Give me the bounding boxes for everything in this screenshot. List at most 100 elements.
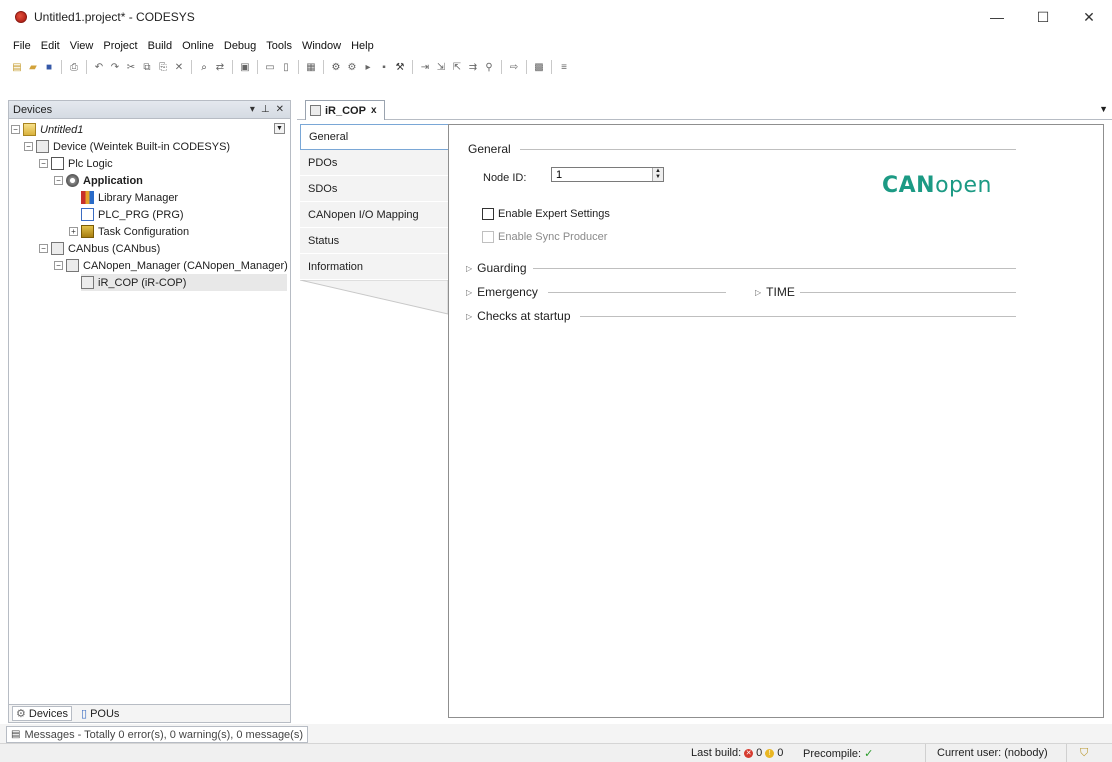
collapse-icon[interactable]: − [24, 142, 33, 151]
node-id-spinner[interactable]: ▲ ▼ [652, 168, 663, 181]
expand-arrow-icon[interactable]: ▷ [466, 288, 472, 297]
enable-expert-settings-label: Enable Expert Settings [498, 208, 610, 220]
node-id-input[interactable] [551, 167, 664, 182]
toolbar-options-icon[interactable]: ≡ [557, 60, 571, 74]
side-tab-status[interactable]: Status [300, 228, 448, 254]
login-icon[interactable]: ⚙ [329, 60, 343, 74]
menu-view[interactable]: View [65, 38, 99, 54]
side-tab-information[interactable]: Information [300, 254, 448, 280]
menu-edit[interactable]: Edit [36, 38, 65, 54]
menu-window[interactable]: Window [297, 38, 346, 54]
tab-close-icon[interactable]: x [371, 105, 377, 116]
side-tab-pdos[interactable]: PDOs [300, 150, 448, 176]
logout-icon[interactable]: ⚙ [345, 60, 359, 74]
menu-help[interactable]: Help [346, 38, 379, 54]
expand-icon[interactable]: + [69, 227, 78, 236]
run-to-cursor-icon[interactable]: ⇉ [466, 60, 480, 74]
time-section[interactable]: ▷ TIME [755, 285, 795, 299]
maximize-button[interactable]: ☐ [1020, 0, 1066, 34]
pin-icon[interactable]: ⊥ [261, 104, 270, 115]
menu-project[interactable]: Project [98, 38, 142, 54]
collapse-icon[interactable]: − [39, 159, 48, 168]
tree-node-device[interactable]: − Device (Weintek Built-in CODESYS) [24, 138, 230, 155]
tab-overflow-icon[interactable]: ▼ [1099, 104, 1108, 114]
tree-node-ir-cop[interactable]: iR_COP (iR-COP) [81, 274, 287, 291]
tab-pous-label: POUs [90, 707, 120, 720]
tab-pous[interactable]: ▯ POUs [78, 707, 122, 721]
add-device-icon[interactable]: ▯ [279, 60, 293, 74]
devices-panel-title: Devices [13, 103, 53, 116]
menu-build[interactable]: Build [143, 38, 177, 54]
panel-close-icon[interactable]: ✕ [276, 104, 284, 115]
paste-icon[interactable]: ⎘ [156, 60, 170, 74]
guarding-rule [533, 268, 1016, 269]
tree-node-application[interactable]: − Application [54, 172, 143, 189]
enable-expert-settings[interactable]: Enable Expert Settings [482, 208, 610, 220]
write-values-icon[interactable]: ⇨ [507, 60, 521, 74]
redo-icon[interactable]: ↷ [108, 60, 122, 74]
canopen-logo-open: open [935, 173, 992, 198]
build-icon[interactable]: ▦ [304, 60, 318, 74]
toolbar-separator [323, 60, 324, 74]
breakpoint-icon[interactable]: ⚲ [482, 60, 496, 74]
guarding-title: Guarding [477, 261, 527, 275]
collapse-icon[interactable]: − [11, 125, 20, 134]
undo-icon[interactable]: ↶ [92, 60, 106, 74]
find-icon[interactable]: ⌕ [197, 60, 211, 74]
enable-expert-settings-checkbox[interactable] [482, 208, 494, 220]
tree-node-canopen-manager[interactable]: − CANopen_Manager (CANopen_Manager) [54, 257, 288, 274]
menu-file[interactable]: File [8, 38, 36, 54]
minimize-button[interactable]: — [974, 0, 1020, 34]
open-project-icon[interactable]: ▰ [26, 60, 40, 74]
print-icon[interactable]: ⎙ [67, 60, 81, 74]
step-out-icon[interactable]: ⇱ [450, 60, 464, 74]
menu-tools[interactable]: Tools [261, 38, 297, 54]
delete-icon[interactable]: ✕ [172, 60, 186, 74]
grid-icon[interactable]: ▩ [532, 60, 546, 74]
security-shield-icon[interactable]: ⛉ [1080, 747, 1088, 760]
side-tab-general[interactable]: General [300, 124, 448, 150]
tree-filter-dropdown[interactable]: ▼ [274, 123, 285, 134]
copy-icon[interactable]: ⧉ [140, 60, 154, 74]
menu-debug[interactable]: Debug [219, 38, 261, 54]
expand-arrow-icon[interactable]: ▷ [755, 288, 761, 297]
checks-at-startup-section[interactable]: ▷ Checks at startup [466, 309, 571, 323]
side-tab-sdos[interactable]: SDOs [300, 176, 448, 202]
tree-node-project[interactable]: − Untitled1 [11, 121, 83, 138]
select-all-icon[interactable]: ▣ [238, 60, 252, 74]
menu-online[interactable]: Online [177, 38, 219, 54]
tree-node-plc-prg[interactable]: PLC_PRG (PRG) [81, 206, 184, 223]
step-over-icon[interactable]: ⇥ [418, 60, 432, 74]
cut-icon[interactable]: ✂ [124, 60, 138, 74]
collapse-icon[interactable]: − [54, 261, 63, 270]
messages-icon: ▤ [11, 729, 21, 740]
tree-node-canbus[interactable]: − CANbus (CANbus) [39, 240, 160, 257]
save-icon[interactable]: ■ [42, 60, 56, 74]
precompile-ok-icon: ✓ [864, 748, 874, 760]
collapse-icon[interactable]: − [54, 176, 63, 185]
warning-count: 0 [777, 747, 784, 759]
tree-node-label: Device (Weintek Built-in CODESYS) [53, 140, 231, 153]
collapse-icon[interactable]: − [39, 244, 48, 253]
tree-node-plc-logic[interactable]: − Plc Logic [39, 155, 113, 172]
start-icon[interactable]: ▸ [361, 60, 375, 74]
tree-node-library-manager[interactable]: Library Manager [81, 189, 178, 206]
reset-icon[interactable]: ⚒ [393, 60, 407, 74]
new-project-icon[interactable]: ▤ [10, 60, 24, 74]
step-into-icon[interactable]: ⇲ [434, 60, 448, 74]
tree-node-task-configuration[interactable]: + Task Configuration [69, 223, 189, 240]
tab-devices[interactable]: ⚙ Devices [12, 706, 72, 721]
add-object-icon[interactable]: ▭ [263, 60, 277, 74]
panel-dropdown-icon[interactable]: ▾ [250, 104, 255, 115]
stop-icon[interactable]: ▪ [377, 60, 391, 74]
expand-arrow-icon[interactable]: ▷ [466, 264, 472, 273]
toolbar-separator [86, 60, 87, 74]
expand-arrow-icon[interactable]: ▷ [466, 312, 472, 321]
side-tab-canopen-io-mapping[interactable]: CANopen I/O Mapping [300, 202, 448, 228]
editor-tab-ir-cop[interactable]: iR_COP x [305, 100, 385, 120]
replace-icon[interactable]: ⇄ [213, 60, 227, 74]
close-button[interactable]: ✕ [1066, 0, 1112, 34]
messages-tab[interactable]: ▤ Messages - Totally 0 error(s), 0 warni… [6, 726, 309, 743]
emergency-section[interactable]: ▷ Emergency [466, 285, 538, 299]
guarding-section[interactable]: ▷ Guarding [466, 261, 527, 275]
